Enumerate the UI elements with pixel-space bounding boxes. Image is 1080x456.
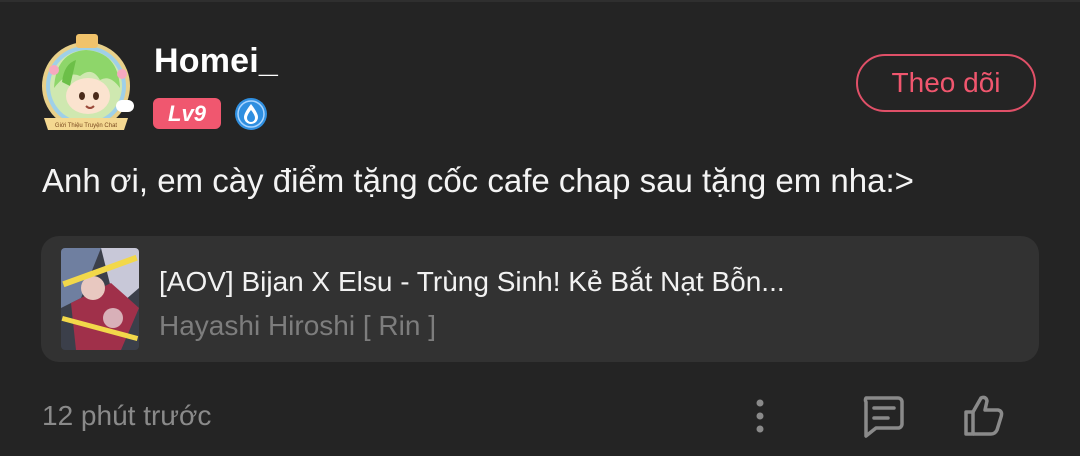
water-drop-icon [234, 97, 268, 131]
follow-button[interactable]: Theo dõi [856, 54, 1036, 112]
story-cover-image [61, 248, 139, 350]
thumbs-up-icon[interactable] [960, 392, 1006, 438]
avatar-image: Giới Thiệu Truyện Chat [42, 34, 134, 130]
story-title: [AOV] Bijan X Elsu - Trùng Sinh! Kẻ Bắt … [159, 266, 785, 297]
comment-text: Anh ơi, em cày điểm tặng cốc cafe chap s… [42, 162, 914, 199]
comment-icon[interactable] [858, 394, 906, 438]
level-badge: Lv9 [153, 98, 221, 129]
more-vertical-icon[interactable] [744, 396, 776, 436]
avatar-frame-caption: Giới Thiệu Truyện Chat [55, 123, 118, 129]
comment-item: Giới Thiệu Truyện Chat Homei_ Lv9 Theo d… [0, 0, 1080, 456]
avatar[interactable]: Giới Thiệu Truyện Chat [40, 30, 136, 134]
story-author: Hayashi Hiroshi [ Rin ] [159, 310, 436, 341]
timestamp: 12 phút trước [42, 400, 212, 431]
story-card[interactable]: [AOV] Bijan X Elsu - Trùng Sinh! Kẻ Bắt … [41, 236, 1039, 362]
username[interactable]: Homei_ [154, 42, 278, 81]
